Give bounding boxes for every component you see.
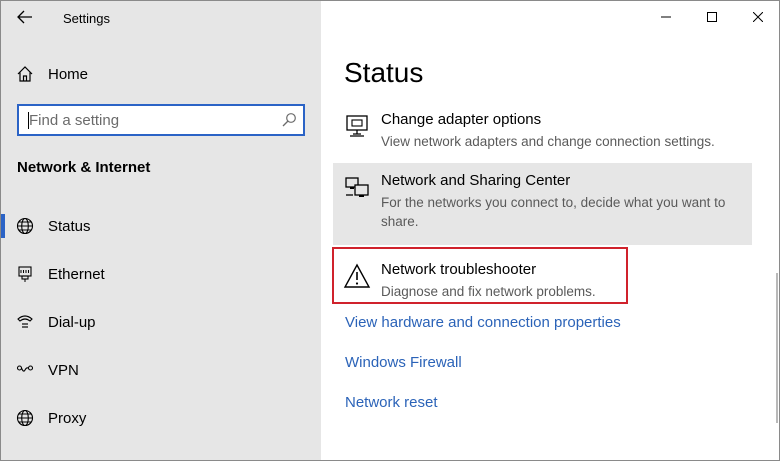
sidebar-item-dial-up[interactable]: Dial-up [1, 302, 321, 342]
link-windows-firewall[interactable]: Windows Firewall [345, 354, 462, 371]
adapter-icon [346, 115, 368, 137]
link-network-reset[interactable]: Network reset [345, 394, 438, 411]
back-arrow-icon [17, 10, 32, 24]
sidebar-item-ethernet[interactable]: Ethernet [1, 254, 321, 294]
sidebar-item-vpn[interactable]: VPN [1, 350, 321, 390]
sidebar-item-status[interactable]: Status [1, 206, 321, 246]
sidebar-item-label: Dial-up [48, 313, 96, 331]
change-adapter-options[interactable]: Change adapter options View network adap… [333, 102, 752, 158]
close-icon [753, 12, 763, 22]
network-sharing-center[interactable]: Network and Sharing Center For the netwo… [333, 163, 752, 245]
app-title: Settings [63, 11, 110, 26]
section-header: Network & Internet [17, 159, 151, 176]
option-title: Network and Sharing Center [381, 172, 571, 189]
back-button[interactable] [9, 3, 41, 31]
option-description: View network adapters and change connect… [381, 134, 715, 149]
home-icon [15, 64, 35, 84]
ethernet-icon [15, 264, 35, 284]
globe-icon [15, 408, 35, 428]
sidebar-item-label: VPN [48, 361, 79, 379]
search-input[interactable] [19, 106, 269, 134]
sidebar-item-label: Proxy [48, 409, 87, 427]
dial-up-icon [15, 312, 35, 332]
close-button[interactable] [735, 1, 779, 33]
option-description: For the networks you connect to, decide … [381, 195, 726, 229]
minimize-button[interactable] [643, 1, 689, 33]
settings-window: Settings Home Network & Internet [0, 0, 780, 461]
vpn-icon [15, 360, 35, 380]
scrollbar[interactable] [776, 273, 778, 423]
sidebar-item-label: Home [48, 65, 89, 83]
window-controls [643, 1, 779, 33]
sidebar-item-label: Ethernet [48, 265, 105, 283]
text-caret [28, 112, 29, 129]
minimize-icon [661, 16, 671, 18]
sidebar-item-home[interactable]: Home [1, 57, 321, 91]
maximize-button[interactable] [689, 1, 735, 33]
page-title: Status [344, 57, 424, 88]
search-box[interactable] [17, 104, 305, 136]
annotation-highlight-box [332, 247, 628, 304]
sharing-center-icon [345, 177, 369, 197]
maximize-icon [707, 12, 717, 22]
title-bar: Settings [1, 1, 321, 35]
main-content: Status Change adapter options View netwo… [321, 1, 779, 460]
sidebar-item-label: Status [48, 217, 91, 235]
option-title: Change adapter options [381, 111, 542, 128]
sidebar: Settings Home Network & Internet [1, 1, 321, 460]
search-icon[interactable] [281, 112, 297, 128]
globe-icon [15, 216, 35, 236]
link-view-hardware-properties[interactable]: View hardware and connection properties [345, 314, 621, 331]
sidebar-item-proxy[interactable]: Proxy [1, 398, 321, 438]
